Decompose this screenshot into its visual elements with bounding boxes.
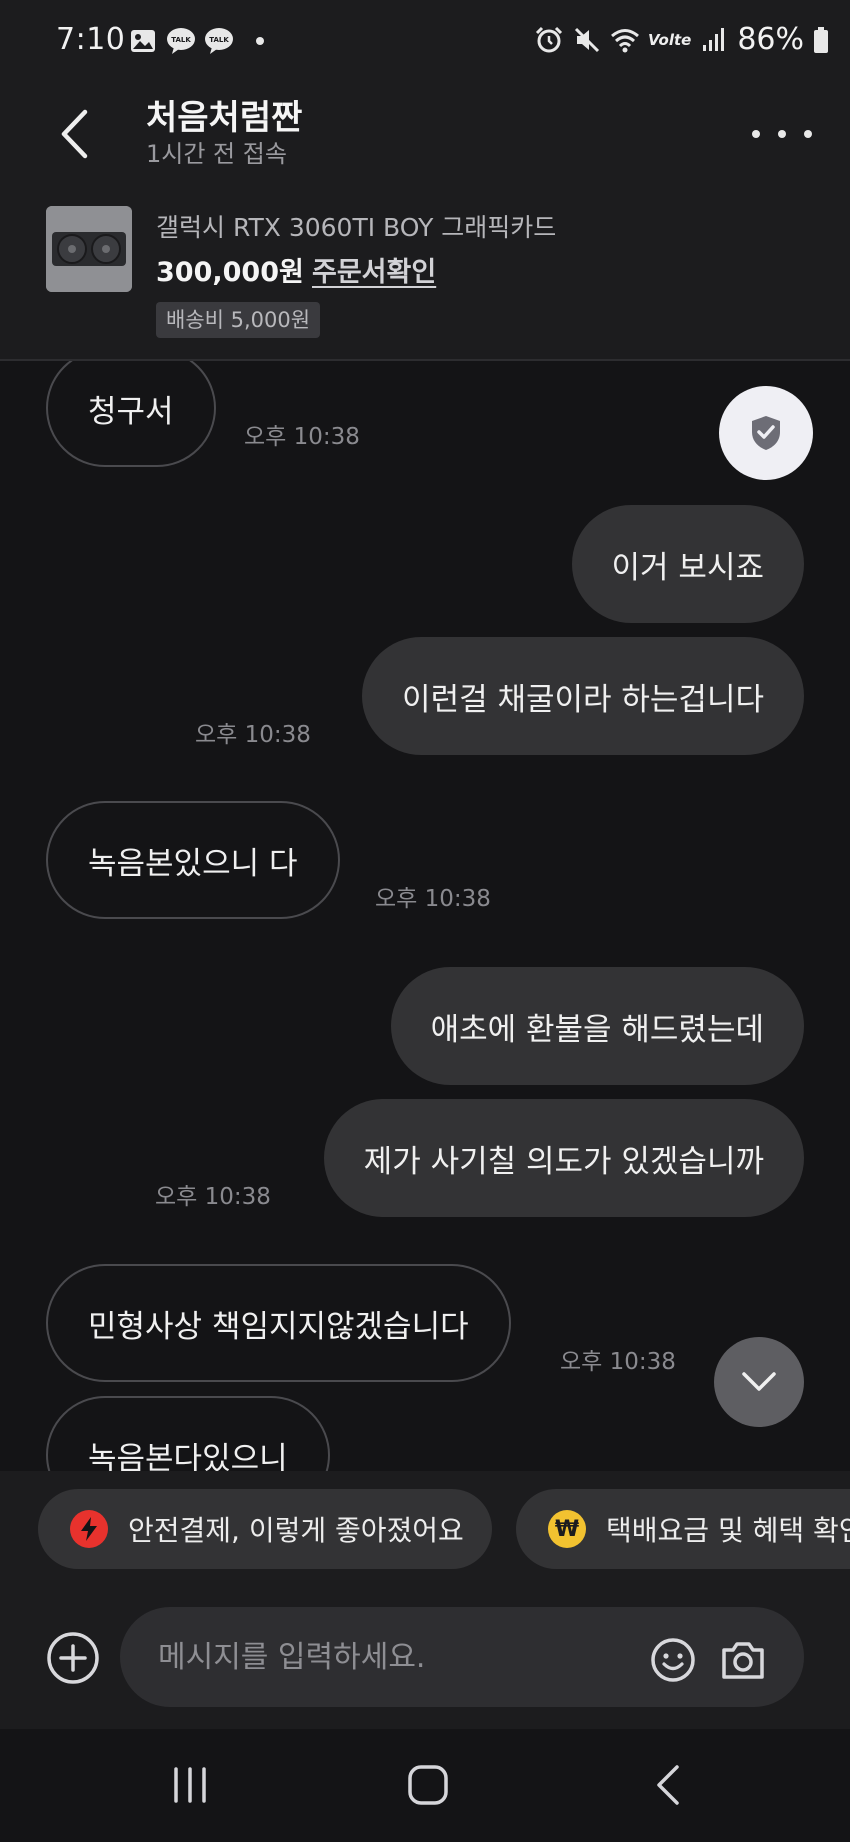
talk-badge-text: TALK <box>171 36 191 44</box>
chat-partner-name: 처음처럼짠 <box>146 98 303 138</box>
message-bubble-outgoing[interactable]: 애초에 환불을 해드렸는데 <box>390 967 804 1085</box>
status-time: 7:10 <box>56 22 126 57</box>
quick-action-chips: 안전결제, 이렇게 좋아졌어요 ₩ 택배요금 및 혜택 확인 <box>0 1471 850 1581</box>
chevron-down-icon <box>742 1372 776 1391</box>
system-icons: Volte 86% <box>534 22 830 57</box>
chip-label: 택배요금 및 혜택 확인 <box>606 1514 850 1547</box>
recent-apps-icon <box>174 1767 206 1803</box>
message-bubble-outgoing[interactable]: 이거 보시죠 <box>571 505 804 623</box>
back-arrow-icon <box>657 1765 679 1805</box>
dot-icon <box>804 130 812 138</box>
chat-screen: 7:10 TALK TALK Volte 86% 처음처럼짠 1시간 전 접속 … <box>0 0 850 1842</box>
battery-icon <box>814 26 828 53</box>
last-seen-status: 1시간 전 접속 <box>146 140 287 168</box>
message-timestamp: 오후 10:38 <box>155 1184 271 1210</box>
recent-apps-button[interactable] <box>160 1755 220 1815</box>
safe-payment-chip[interactable]: 안전결제, 이렇게 좋아졌어요 <box>38 1489 492 1569</box>
camera-button[interactable] <box>720 1637 766 1683</box>
add-attachment-button[interactable] <box>46 1631 100 1685</box>
more-notifications-dot-icon <box>256 37 264 45</box>
product-name: 갤럭시 RTX 3060TI BOY 그래픽카드 <box>156 213 557 242</box>
message-input[interactable] <box>120 1607 804 1707</box>
chat-header: 처음처럼짠 1시간 전 접속 <box>0 84 850 188</box>
shipping-benefit-chip[interactable]: ₩ 택배요금 및 혜택 확인 <box>516 1489 850 1569</box>
home-icon <box>408 1765 448 1805</box>
chevron-left-icon <box>61 109 88 159</box>
graphics-card-image <box>46 206 132 292</box>
message-bubble-incoming[interactable]: 민형사상 책임지지않겠습니다 <box>46 1264 511 1382</box>
battery-percent: 86% <box>737 22 804 57</box>
kakaotalk-icon: TALK <box>167 28 195 54</box>
shipping-fee-badge: 배송비 5,000원 <box>156 302 321 338</box>
shield-check-icon <box>752 416 780 450</box>
system-navigation-bar <box>0 1729 850 1842</box>
order-confirm-link[interactable]: 주문서확인 <box>312 250 436 289</box>
dot-icon <box>778 130 786 138</box>
won-coin-icon: ₩ <box>548 1510 586 1548</box>
product-thumbnail[interactable] <box>46 206 132 292</box>
message-timestamp: 오후 10:38 <box>244 424 360 450</box>
back-button[interactable] <box>48 98 100 170</box>
message-composer <box>0 1581 850 1729</box>
product-card[interactable]: 갤럭시 RTX 3060TI BOY 그래픽카드 300,000원 주문서확인 … <box>0 188 850 361</box>
more-options-button[interactable] <box>752 114 812 154</box>
talk-badge-text-2: TALK <box>209 36 229 44</box>
emoji-button[interactable] <box>650 1637 696 1683</box>
lightning-icon <box>70 1510 108 1548</box>
message-timestamp: 오후 10:38 <box>195 722 311 748</box>
system-back-button[interactable] <box>638 1755 698 1815</box>
volte-label: Volte <box>648 30 692 49</box>
gallery-icon <box>131 30 155 52</box>
scroll-to-bottom-button[interactable] <box>714 1337 804 1427</box>
notification-icons: TALK TALK <box>128 26 264 56</box>
message-bubble-incoming[interactable]: 청구서 <box>46 361 216 467</box>
alarm-icon <box>535 26 563 52</box>
home-button[interactable] <box>398 1755 458 1815</box>
message-bubble-outgoing[interactable]: 제가 사기칠 의도가 있겠습니까 <box>323 1099 804 1217</box>
message-timestamp: 오후 10:38 <box>375 886 491 912</box>
safety-shield-button[interactable] <box>719 386 813 480</box>
dot-icon <box>752 130 760 138</box>
signal-icon <box>703 27 725 51</box>
message-bubble-incoming[interactable]: 녹음본다있으니 <box>46 1396 330 1471</box>
message-list[interactable]: 청구서 오후 10:38 이거 보시죠 이런걸 채굴이라 하는겁니다 오후 10… <box>0 361 850 1471</box>
message-timestamp: 오후 10:38 <box>560 1349 676 1375</box>
message-bubble-incoming[interactable]: 녹음본있으니 다 <box>46 801 340 919</box>
kakaotalk-icon-2: TALK <box>205 28 233 54</box>
mute-icon <box>574 27 600 52</box>
status-bar: 7:10 TALK TALK Volte 86% <box>0 0 850 84</box>
chip-label: 안전결제, 이렇게 좋아졌어요 <box>128 1514 464 1547</box>
wifi-icon <box>611 28 639 52</box>
product-price: 300,000원 <box>156 257 304 288</box>
message-bubble-outgoing[interactable]: 이런걸 채굴이라 하는겁니다 <box>362 637 804 755</box>
